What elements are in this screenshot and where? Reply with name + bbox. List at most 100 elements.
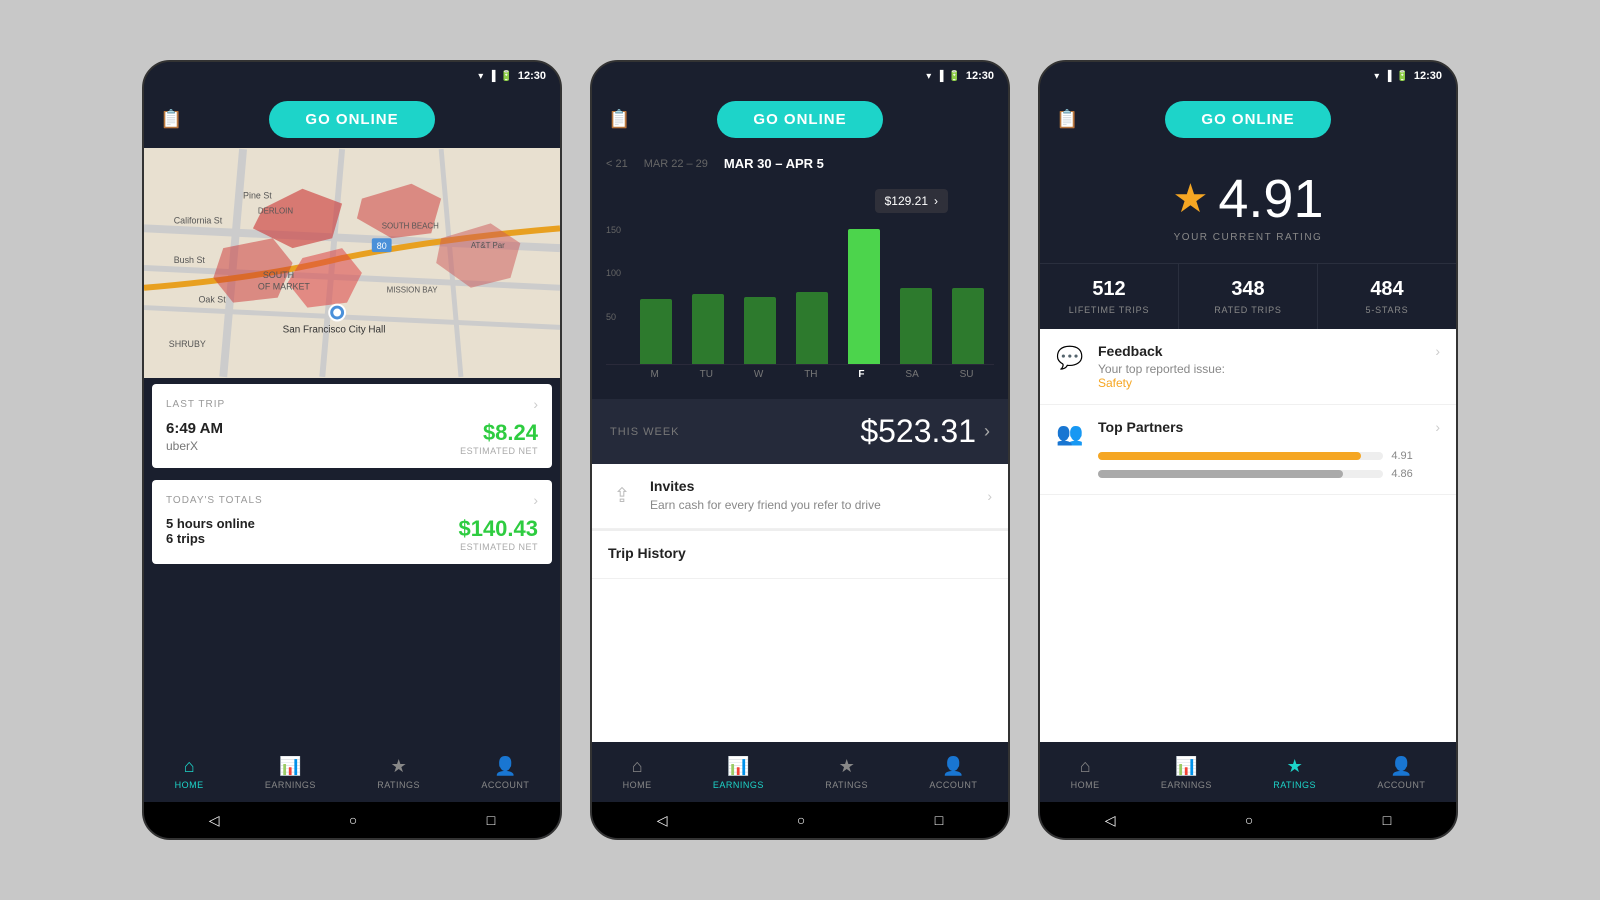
go-online-button-3[interactable]: GO ONLINE [1165,101,1330,138]
back-button-1[interactable]: ◁ [209,812,220,829]
feedback-issue: Safety [1098,376,1421,390]
week-prev-prev[interactable]: < 21 [606,158,628,170]
partners-bars: 4.91 4.86 [1098,438,1421,480]
map-area[interactable]: California St Bush St Oak St SHRUBY San … [144,148,560,378]
invites-item[interactable]: ⇪ Invites Earn cash for every friend you… [592,464,1008,529]
nav-home-label-3: HOME [1071,780,1100,790]
ratings-content: ★ 4.91 YOUR CURRENT RATING 512 LIFETIME … [1040,148,1456,742]
recents-button-3[interactable]: □ [1383,812,1391,828]
android-nav-2: ◁ ○ □ [592,802,1008,838]
invites-content: Invites Earn cash for every friend you r… [650,478,973,514]
nav-account-1[interactable]: 👤 ACCOUNT [481,756,529,790]
last-trip-left: 6:49 AM uberX [166,420,223,453]
share-icon: ⇪ [608,483,636,508]
ratings-icon-1: ★ [391,756,407,777]
clipboard-icon-2[interactable]: 📋 [608,109,630,130]
nav-account-3[interactable]: 👤 ACCOUNT [1377,756,1425,790]
stat-rated-value: 348 [1231,278,1264,301]
phone-content-1: LAST TRIP › 6:49 AM uberX $8.24 ESTIMATE… [144,378,560,742]
status-icons-2: ▾ ▐ 🔋 12:30 [926,70,994,82]
svg-text:SOUTH: SOUTH [263,270,294,280]
bar-sa [900,288,932,364]
svg-text:Bush St: Bush St [174,255,206,265]
nav-account-label-3: ACCOUNT [1377,780,1425,790]
last-trip-time: 6:49 AM [166,420,223,437]
last-trip-card: LAST TRIP › 6:49 AM uberX $8.24 ESTIMATE… [152,384,552,468]
status-icons-1: ▾ ▐ 🔋 12:30 [478,70,546,82]
this-week-label: THIS WEEK [610,426,680,438]
nav-home-1[interactable]: ⌂ HOME [175,756,204,790]
amount-badge-value: $129.21 [885,194,928,208]
stat-lifetime-trips: 512 LIFETIME TRIPS [1040,264,1179,329]
phone-header-2: 📋 GO ONLINE [592,90,1008,148]
chart-bar-w [744,297,776,364]
totals-hours: 5 hours online [166,516,255,531]
android-nav-3: ◁ ○ □ [1040,802,1456,838]
chart-bar-su [952,288,984,364]
bar-m [640,299,672,364]
partner-bar-value-1: 4.91 [1391,450,1421,462]
svg-text:California St: California St [174,215,223,225]
week-current[interactable]: MAR 30 – APR 5 [724,156,824,171]
top-partners-content: Top Partners 4.91 [1098,419,1421,480]
home-button-1[interactable]: ○ [349,812,357,828]
wifi-icon: ▾ [478,71,483,82]
nav-ratings-1[interactable]: ★ RATINGS [377,756,420,790]
bottom-nav-2: ⌂ HOME 📊 EARNINGS ★ RATINGS 👤 ACCOUNT [592,742,1008,802]
clipboard-icon-3[interactable]: 📋 [1056,109,1078,130]
nav-home-label-2: HOME [623,780,652,790]
go-online-button-2[interactable]: GO ONLINE [717,101,882,138]
nav-home-label-1: HOME [175,780,204,790]
home-button-2[interactable]: ○ [797,812,805,828]
top-partners-item[interactable]: 👥 Top Partners 4.91 [1040,405,1456,495]
wifi-icon-3: ▾ [1374,71,1379,82]
chart-bars [606,225,994,365]
home-icon-2: ⌂ [632,756,643,777]
day-tu: TU [700,369,713,380]
nav-earnings-3[interactable]: 📊 EARNINGS [1161,756,1212,790]
last-trip-amount-label: ESTIMATED NET [460,446,538,456]
nav-ratings-2[interactable]: ★ RATINGS [825,756,868,790]
todays-totals-card: TODAY'S TOTALS › 5 hours online 6 trips … [152,480,552,564]
nav-account-2[interactable]: 👤 ACCOUNT [929,756,977,790]
home-button-3[interactable]: ○ [1245,812,1253,828]
trip-history-item[interactable]: Trip History [592,529,1008,579]
week-prev[interactable]: MAR 22 – 29 [644,158,708,170]
stat-five-label: 5-STARS [1366,305,1409,315]
status-bar-3: ▾ ▐ 🔋 12:30 [1040,62,1456,90]
clipboard-icon-1[interactable]: 📋 [160,109,182,130]
nav-home-2[interactable]: ⌂ HOME [623,756,652,790]
chart-bar-tu [692,294,724,364]
partner-bar-1: 4.91 [1098,450,1421,462]
trip-history-content: Trip History [608,545,992,564]
back-button-2[interactable]: ◁ [657,812,668,829]
nav-earnings-1[interactable]: 📊 EARNINGS [265,756,316,790]
partner-bar-fill-1 [1098,452,1361,460]
nav-earnings-2[interactable]: 📊 EARNINGS [713,756,764,790]
battery-icon-2: 🔋 [948,71,960,82]
invites-subtitle: Earn cash for every friend you refer to … [650,497,973,514]
feedback-content: Feedback Your top reported issue: Safety [1098,343,1421,390]
last-trip-amount: $8.24 [460,420,538,446]
nav-home-3[interactable]: ⌂ HOME [1071,756,1100,790]
back-button-3[interactable]: ◁ [1105,812,1116,829]
recents-button-1[interactable]: □ [487,812,495,828]
last-trip-chevron[interactable]: › [533,396,538,412]
totals-chevron[interactable]: › [533,492,538,508]
star-icon: ★ [1173,176,1209,222]
ratings-icon-3: ★ [1287,756,1303,777]
totals-amount: $140.43 [458,516,538,542]
feedback-item[interactable]: 💬 Feedback Your top reported issue: Safe… [1040,329,1456,405]
last-trip-row: 6:49 AM uberX $8.24 ESTIMATED NET [166,420,538,456]
go-online-button-1[interactable]: GO ONLINE [269,101,434,138]
phone-home: ▾ ▐ 🔋 12:30 📋 GO ONLINE [142,60,562,840]
nav-ratings-3[interactable]: ★ RATINGS [1273,756,1316,790]
bar-th [796,292,828,364]
status-time-1: 12:30 [518,70,546,82]
recents-button-2[interactable]: □ [935,812,943,828]
this-week-bar[interactable]: THIS WEEK $523.31 › [592,399,1008,464]
svg-text:MISSION BAY: MISSION BAY [387,286,439,295]
bar-f [848,229,880,364]
account-icon-2: 👤 [942,756,964,777]
list-section-2: ⇪ Invites Earn cash for every friend you… [592,464,1008,742]
